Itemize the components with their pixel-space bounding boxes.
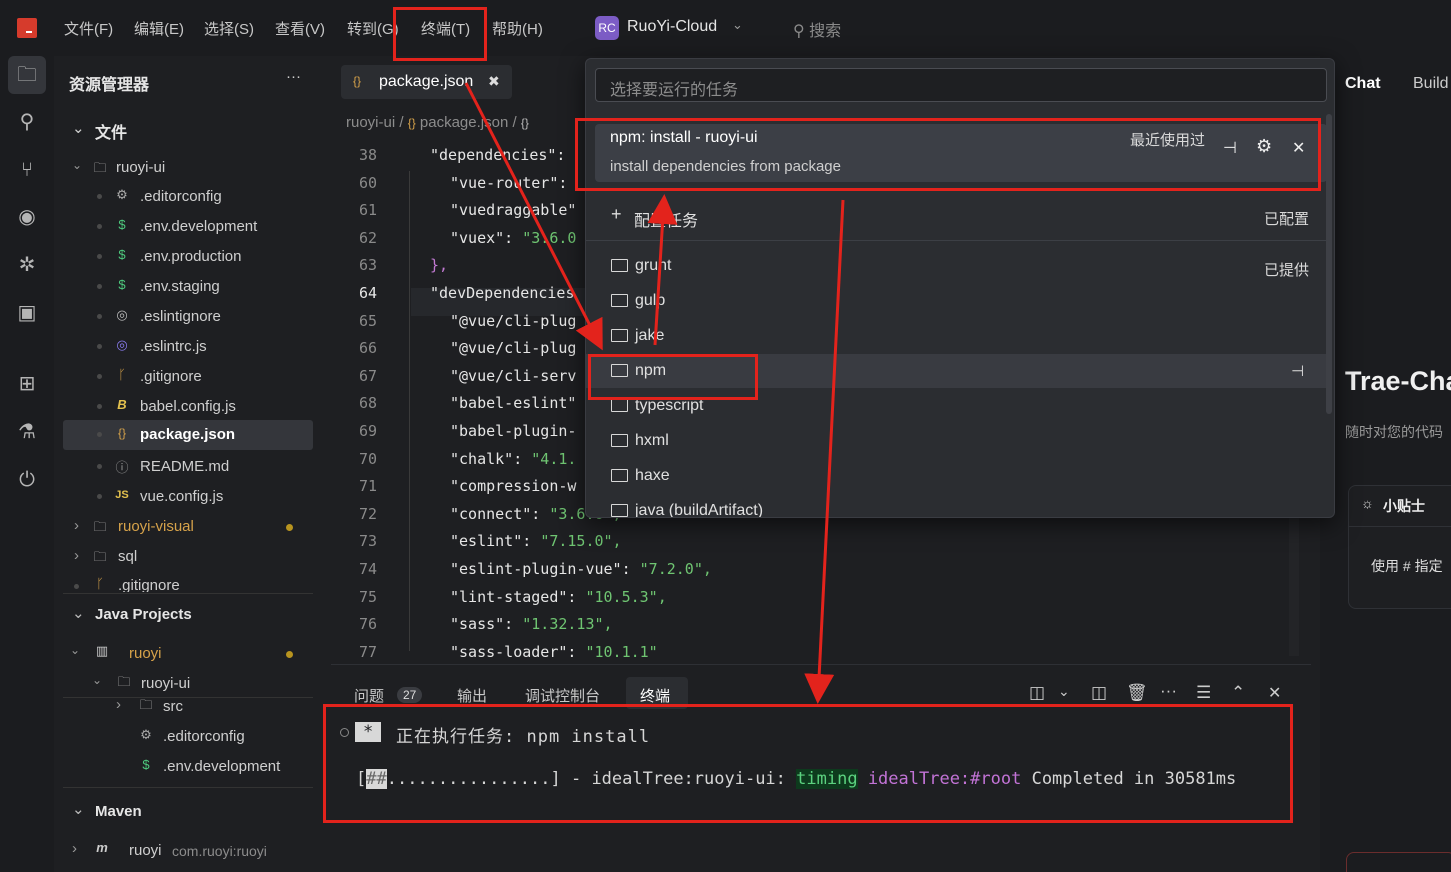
annotation-arrow	[647, 194, 678, 346]
annotation-arrow	[804, 199, 845, 704]
annotation-arrows	[464, 82, 845, 704]
annotation-arrow	[464, 82, 603, 351]
